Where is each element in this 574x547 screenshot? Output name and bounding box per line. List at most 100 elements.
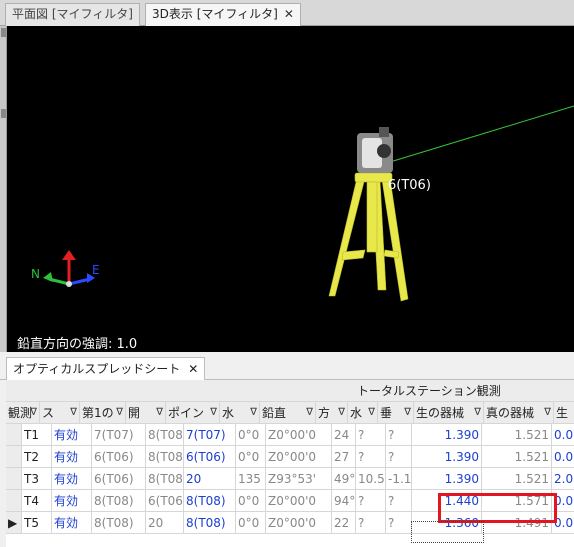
filter-icon[interactable]: ∇: [338, 402, 345, 423]
cell-status[interactable]: 有効: [52, 490, 92, 512]
cell-open[interactable]: 8(T08: [146, 446, 184, 468]
cell-horizontal-dist[interactable]: ?: [356, 446, 386, 468]
cell-vertical[interactable]: Z0°00'0: [266, 490, 332, 512]
column-header-status[interactable]: ス ∇: [40, 402, 80, 424]
cell-obs[interactable]: T1: [22, 424, 52, 446]
cell-first[interactable]: 8(T08): [92, 512, 146, 534]
cell-point[interactable]: 8(T08): [184, 490, 236, 512]
cell-raw-instrument[interactable]: 1.390: [412, 446, 482, 468]
cell-open[interactable]: 20: [146, 512, 184, 534]
cell-true-instrument[interactable]: 1.521: [482, 446, 552, 468]
column-header-point[interactable]: ポイン ∇: [166, 402, 220, 424]
cell-true-instrument[interactable]: 1.521: [482, 424, 552, 446]
row-indicator[interactable]: ▶: [6, 512, 22, 534]
cell-raw[interactable]: 0.0: [552, 424, 574, 446]
cell-point[interactable]: 7(T07): [184, 424, 236, 446]
filter-icon[interactable]: ∇: [116, 402, 123, 423]
column-header-vertical[interactable]: 鉛直 ∇: [260, 402, 316, 424]
column-header-first[interactable]: 第1の ∇: [80, 402, 126, 424]
cell-vertical-dist[interactable]: -1.1: [386, 468, 412, 490]
column-header-raw-instrument[interactable]: 生の器械 ∇: [414, 402, 484, 424]
cell-open[interactable]: 6(T06: [146, 490, 184, 512]
table-row[interactable]: T3 有効 6(T06) 8(T08 20 135 Z93°53' 49° 10.5 -1.1 1.…: [6, 468, 574, 490]
cell-open[interactable]: 8(T08: [146, 468, 184, 490]
filter-icon[interactable]: ∇: [544, 402, 551, 423]
cell-first[interactable]: 7(T07): [92, 424, 146, 446]
row-indicator[interactable]: [6, 490, 22, 512]
cell-true-instrument[interactable]: 1.521: [482, 468, 552, 490]
cell-vertical-dist[interactable]: ?: [386, 512, 412, 534]
filter-icon[interactable]: ∇: [70, 402, 77, 423]
filter-icon[interactable]: ∇: [306, 402, 313, 423]
cell-horizontal-dist[interactable]: ?: [356, 512, 386, 534]
row-indicator[interactable]: [6, 424, 22, 446]
cell-vertical-dist[interactable]: ?: [386, 424, 412, 446]
cell-horizontal-dist[interactable]: 10.5: [356, 468, 386, 490]
3d-viewport[interactable]: N E 6(T06) 鉛直方向の強調: 1.0: [7, 26, 574, 352]
cell-point[interactable]: 8(T08): [184, 512, 236, 534]
filter-icon[interactable]: ∇: [210, 402, 217, 423]
cell-point[interactable]: 6(T06): [184, 446, 236, 468]
filter-icon[interactable]: ∇: [250, 402, 257, 423]
cell-point[interactable]: 20: [184, 468, 236, 490]
cell-direction[interactable]: 94°: [332, 490, 356, 512]
table-row[interactable]: T1 有効 7(T07) 8(T08 7(T07) 0°0 Z0°00'0 24?? 1.390…: [6, 424, 574, 446]
tab-optical-spreadsheet[interactable]: オプティカルスプレッドシート ✕: [6, 357, 206, 380]
cell-vertical-dist[interactable]: ?: [386, 446, 412, 468]
filter-icon[interactable]: ∇: [156, 402, 163, 423]
filter-icon[interactable]: ∇: [474, 402, 481, 423]
cell-vertical[interactable]: Z93°53': [266, 468, 332, 490]
cell-horizontal[interactable]: 0°0: [236, 424, 266, 446]
column-header-true-instrument[interactable]: 真の器械 ∇: [484, 402, 554, 424]
filter-icon[interactable]: ∇: [30, 402, 37, 423]
filter-icon[interactable]: ∇: [404, 402, 411, 423]
cell-raw[interactable]: 2.0: [552, 468, 574, 490]
cell-vertical[interactable]: Z0°00'0: [266, 512, 332, 534]
cell-obs[interactable]: T2: [22, 446, 52, 468]
cell-horizontal[interactable]: 0°0: [236, 490, 266, 512]
column-header-direction[interactable]: 方 ∇: [316, 402, 348, 424]
cell-horizontal[interactable]: 135: [236, 468, 266, 490]
cell-vertical[interactable]: Z0°00'0: [266, 424, 332, 446]
cell-direction[interactable]: 24: [332, 424, 356, 446]
row-indicator[interactable]: [6, 446, 22, 468]
cell-first[interactable]: 6(T06): [92, 446, 146, 468]
left-splitter[interactable]: [0, 26, 7, 352]
cell-first[interactable]: 8(T08): [92, 490, 146, 512]
cell-obs[interactable]: T5: [22, 512, 52, 534]
column-header-horizontal-dist[interactable]: 水 ∇: [348, 402, 378, 424]
column-header-vertical-dist[interactable]: 垂 ∇: [378, 402, 414, 424]
column-header-open[interactable]: 開 ∇: [126, 402, 166, 424]
cell-horizontal-dist[interactable]: ?: [356, 490, 386, 512]
cell-raw[interactable]: 0.0: [552, 446, 574, 468]
tab-3d-view[interactable]: 3D表示 [マイフィルタ] ✕: [145, 3, 301, 26]
point-label[interactable]: 6(T06): [388, 178, 431, 193]
cell-horizontal-dist[interactable]: ?: [356, 424, 386, 446]
cell-direction[interactable]: 22: [332, 512, 356, 534]
cell-horizontal[interactable]: 0°0: [236, 512, 266, 534]
cell-status[interactable]: 有効: [52, 424, 92, 446]
cell-direction[interactable]: 49°: [332, 468, 356, 490]
close-icon[interactable]: ✕: [188, 362, 198, 376]
cell-status[interactable]: 有効: [52, 446, 92, 468]
close-icon[interactable]: ✕: [284, 7, 294, 21]
column-header-obs[interactable]: 観測 ∇: [6, 402, 40, 424]
cell-status[interactable]: 有効: [52, 468, 92, 490]
cell-horizontal[interactable]: 0°0: [236, 446, 266, 468]
cell-obs[interactable]: T4: [22, 490, 52, 512]
column-header-raw[interactable]: 生∇: [554, 402, 574, 424]
cell-raw-instrument[interactable]: 1.390: [412, 468, 482, 490]
table-row[interactable]: T2 有効 6(T06) 8(T08 6(T06) 0°0 Z0°00'0 27?? 1.390…: [6, 446, 574, 468]
cell-obs[interactable]: T3: [22, 468, 52, 490]
row-indicator[interactable]: [6, 468, 22, 490]
cell-open[interactable]: 8(T08: [146, 424, 184, 446]
cell-status[interactable]: 有効: [52, 512, 92, 534]
cell-raw-instrument[interactable]: 1.390: [412, 424, 482, 446]
cell-direction[interactable]: 27: [332, 446, 356, 468]
tab-plan-view[interactable]: 平面図 [マイフィルタ]: [5, 3, 140, 26]
cell-first[interactable]: 6(T06): [92, 468, 146, 490]
cell-vertical[interactable]: Z0°00'0: [266, 446, 332, 468]
cell-vertical-dist[interactable]: ?: [386, 490, 412, 512]
column-header-horizontal[interactable]: 水 ∇: [220, 402, 260, 424]
filter-icon[interactable]: ∇: [368, 402, 375, 423]
